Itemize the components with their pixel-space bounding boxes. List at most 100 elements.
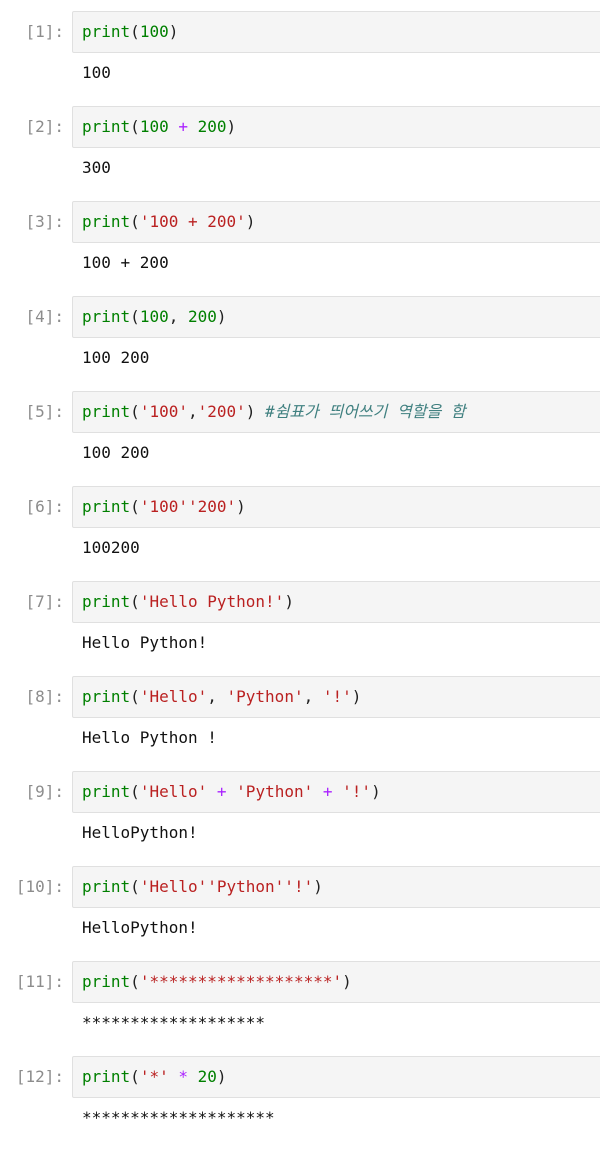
code-token-builtin: print: [82, 592, 131, 611]
code-token-punct: [313, 782, 323, 801]
code-token-punct: (: [130, 592, 140, 611]
code-token-str: '!': [342, 782, 372, 801]
code-line[interactable]: print('Hello' + 'Python' + '!'): [82, 781, 381, 803]
code-token-op: +: [322, 782, 333, 801]
code-token-punct: (: [130, 307, 140, 326]
code-line[interactable]: print(100, 200): [82, 306, 227, 328]
cell-prompt: [5]:: [25, 402, 64, 421]
code-token-punct: [333, 782, 343, 801]
code-token-builtin: print: [82, 877, 131, 896]
code-line[interactable]: print('*' * 20): [82, 1066, 227, 1088]
code-token-punct: [169, 117, 179, 136]
cell-input[interactable]: print('100','200') #쉼표가 띄어쓰기 역할을 함: [72, 391, 600, 433]
cell-prompt: [4]:: [25, 307, 64, 326]
cell-output: 100 200: [82, 443, 150, 462]
cell-input[interactable]: print('Hello''Python''!'): [72, 866, 600, 908]
code-line[interactable]: print('100 + 200'): [82, 211, 255, 233]
code-token-punct: [169, 1067, 179, 1086]
code-token-punct: (: [130, 782, 140, 801]
code-token-str: '200': [197, 402, 246, 421]
cell-output: HelloPython!: [82, 918, 198, 937]
code-token-punct: ): [351, 687, 362, 706]
code-line[interactable]: print('*******************'): [82, 971, 352, 993]
notebook-cell: [12]: print('*' * 20) ********************: [0, 1056, 600, 1151]
cell-prompt: [12]:: [15, 1067, 64, 1086]
code-token-num: 100: [139, 307, 169, 326]
code-token-builtin: print: [82, 212, 131, 231]
cell-output: 300: [82, 158, 111, 177]
code-token-punct: (: [130, 687, 140, 706]
cell-input[interactable]: print('Hello Python!'): [72, 581, 600, 623]
code-token-punct: ): [226, 117, 237, 136]
code-token-str: 'Hello': [139, 687, 208, 706]
cell-input[interactable]: print('*******************'): [72, 961, 600, 1003]
code-token-str: 'Python': [236, 782, 314, 801]
code-token-comment: #쉼표가 띄어쓰기 역할을 함: [265, 402, 466, 421]
code-token-str: 'Python': [226, 687, 304, 706]
code-token-punct: ,: [168, 307, 188, 326]
notebook-cell: [2]: print(100 + 200) 300: [0, 106, 600, 201]
notebook-cell: [9]: print('Hello' + 'Python' + '!') Hello…: [0, 771, 600, 866]
notebook-cell: [3]: print('100 + 200') 100 + 200: [0, 201, 600, 296]
code-token-str: '100': [139, 402, 188, 421]
cell-input[interactable]: print('Hello' + 'Python' + '!'): [72, 771, 600, 813]
code-token-punct: ): [216, 1067, 227, 1086]
code-token-op: *: [178, 1067, 188, 1086]
cell-prompt: [1]:: [25, 22, 64, 41]
cell-output: HelloPython!: [82, 823, 198, 842]
code-line[interactable]: print('Hello Python!'): [82, 591, 294, 613]
code-token-punct: ): [371, 782, 381, 801]
code-token-str: 'Hello''Python''!': [139, 877, 314, 896]
cell-output: 100 + 200: [82, 253, 169, 272]
cell-input[interactable]: print(100): [72, 11, 600, 53]
code-token-punct: (: [130, 117, 140, 136]
code-token-punct: [207, 782, 217, 801]
code-line[interactable]: print('100''200'): [82, 496, 246, 518]
code-token-punct: ): [245, 402, 266, 421]
code-token-builtin: print: [82, 782, 131, 801]
cell-input[interactable]: print('100''200'): [72, 486, 600, 528]
notebook-cell: [7]: print('Hello Python!') Hello Python!: [0, 581, 600, 676]
notebook-cell: [1]: print(100) 100: [0, 11, 600, 106]
code-token-punct: (: [130, 1067, 140, 1086]
cell-prompt: [3]:: [25, 212, 64, 231]
cell-input[interactable]: print('*' * 20): [72, 1056, 600, 1098]
cell-output: Hello Python!: [82, 633, 208, 652]
cell-input[interactable]: print(100 + 200): [72, 106, 600, 148]
code-token-punct: ): [245, 212, 256, 231]
code-token-num: 100: [139, 22, 169, 41]
cell-output: ********************: [82, 1108, 275, 1127]
cell-prompt: [8]:: [25, 687, 64, 706]
notebook-cell: [5]: print('100','200') #쉼표가 띄어쓰기 역할을 함 10…: [0, 391, 600, 486]
code-token-builtin: print: [82, 1067, 131, 1086]
cell-output: 100 200: [82, 348, 150, 367]
code-token-builtin: print: [82, 972, 131, 991]
code-token-builtin: print: [82, 307, 131, 326]
code-token-punct: [188, 117, 198, 136]
cell-input[interactable]: print('Hello', 'Python', '!'): [72, 676, 600, 718]
code-token-str: 'Hello Python!': [139, 592, 285, 611]
cell-input[interactable]: print(100, 200): [72, 296, 600, 338]
code-token-str: '!': [322, 687, 352, 706]
code-line[interactable]: print(100 + 200): [82, 116, 236, 138]
cell-input[interactable]: print('100 + 200'): [72, 201, 600, 243]
cell-prompt: [10]:: [15, 877, 64, 896]
code-token-builtin: print: [82, 687, 131, 706]
code-token-punct: (: [130, 497, 140, 516]
cell-output: *******************: [82, 1013, 266, 1032]
code-token-punct: ): [313, 877, 323, 896]
code-line[interactable]: print('Hello''Python''!'): [82, 876, 323, 898]
code-line[interactable]: print('Hello', 'Python', '!'): [82, 686, 361, 708]
cell-prompt: [11]:: [15, 972, 64, 991]
code-token-num: 20: [197, 1067, 217, 1086]
code-token-builtin: print: [82, 497, 131, 516]
code-line[interactable]: print('100','200') #쉼표가 띄어쓰기 역할을 함: [82, 401, 466, 423]
notebook-cell: [11]: print('*******************') *******…: [0, 961, 600, 1056]
code-token-punct: ): [342, 972, 352, 991]
code-token-punct: ): [236, 497, 246, 516]
code-token-punct: [188, 1067, 198, 1086]
code-token-builtin: print: [82, 117, 131, 136]
cell-prompt: [9]:: [25, 782, 64, 801]
code-line[interactable]: print(100): [82, 21, 178, 43]
notebook-cell: [6]: print('100''200') 100200: [0, 486, 600, 581]
